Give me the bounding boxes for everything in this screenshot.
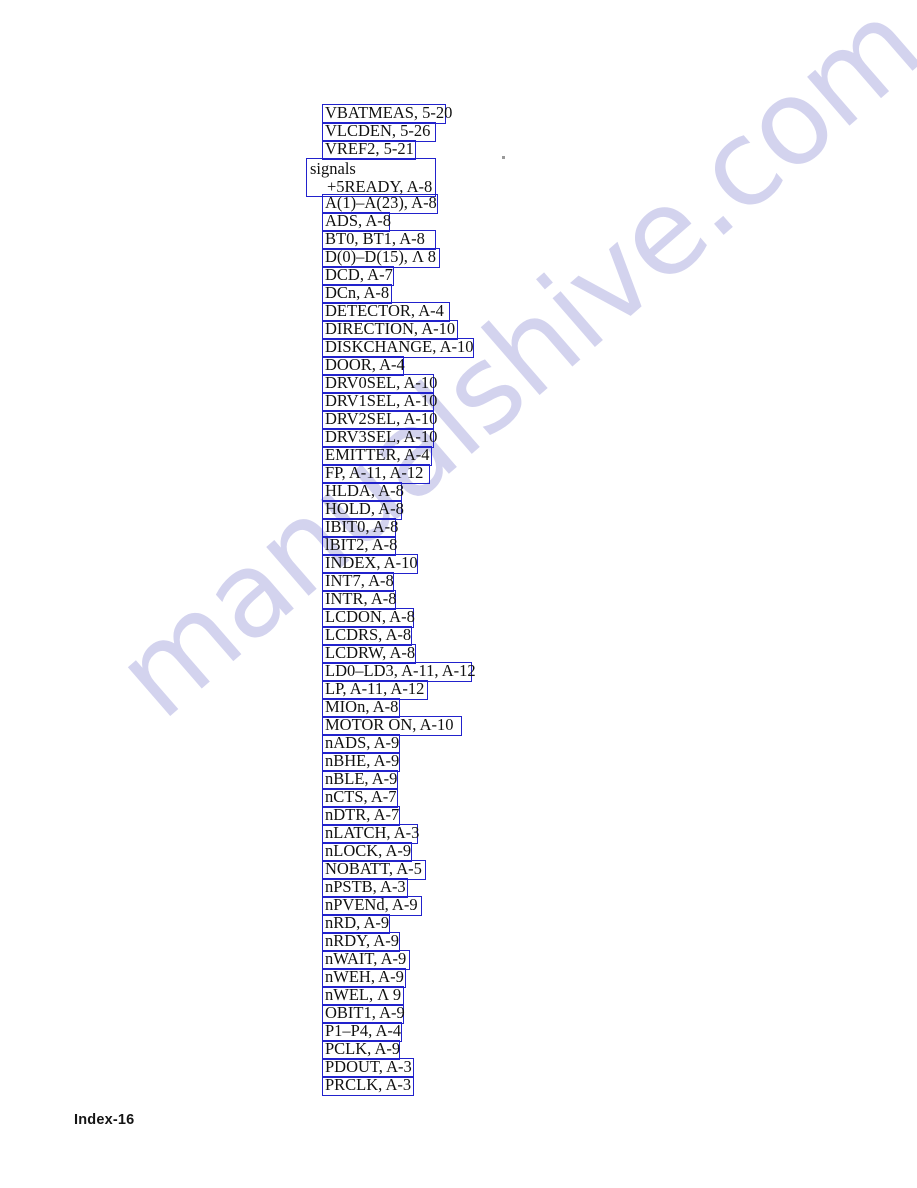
index-entry: nLOCK, A-9 bbox=[322, 842, 412, 862]
index-entry: FP, A-11, A-12 bbox=[322, 464, 430, 484]
index-entry: LCDRS, A-8 bbox=[322, 626, 412, 646]
index-entry-box: PRCLK, A-3 bbox=[322, 1076, 414, 1096]
index-entry: INDEX, A-10 bbox=[322, 554, 418, 574]
index-entry: nPVENd, A-9 bbox=[322, 896, 422, 916]
index-group-heading: signals bbox=[310, 159, 356, 178]
index-entry: EMITTER, A-4 bbox=[322, 446, 432, 466]
index-group-signals: signals +5READY, A-8 bbox=[306, 158, 436, 197]
index-entry: LD0–LD3, A-11, A-12 bbox=[322, 662, 476, 682]
index-entry: BT0, BT1, A-8 bbox=[322, 230, 436, 250]
index-entry: nWAIT, A-9 bbox=[322, 950, 410, 970]
index-entry: DRV2SEL, A-10 bbox=[322, 410, 437, 430]
index-entry: DOOR, A-4 bbox=[322, 356, 405, 376]
index-entry: A(1)–A(23), A-8 bbox=[322, 194, 438, 214]
index-entry-box: VREF2, 5-21 bbox=[322, 140, 416, 160]
index-entry: HOLD, A-8 bbox=[322, 500, 404, 520]
index-entry-leading: VLCDEN, 5-26 bbox=[322, 122, 436, 142]
index-entry: NOBATT, A-5 bbox=[322, 860, 426, 880]
index-entry: MOTOR ON, A-10 bbox=[322, 716, 462, 736]
index-entry-column: VBATMEAS, 5-20 VLCDEN, 5-26 VREF2, 5-21 sig… bbox=[0, 0, 917, 1188]
index-entry: DCn, A-8 bbox=[322, 284, 392, 304]
index-entry: P1–P4, A-4 bbox=[322, 1022, 402, 1042]
index-entry: INTR, A-8 bbox=[322, 590, 397, 610]
index-entry: nWEH, A-9 bbox=[322, 968, 406, 988]
index-entry: PRCLK, A-3 bbox=[322, 1076, 414, 1096]
index-entry: LP, A-11, A-12 bbox=[322, 680, 428, 700]
index-entry: DCD, A-7 bbox=[322, 266, 394, 286]
index-entry: nBLE, A-9 bbox=[322, 770, 398, 790]
page-footer-label: Index-16 bbox=[74, 1112, 135, 1128]
index-entry: nCTS, A-7 bbox=[322, 788, 398, 808]
index-entry: nLATCH, A-3 bbox=[322, 824, 419, 844]
index-entry: PDOUT, A-3 bbox=[322, 1058, 414, 1078]
index-entry: DISKCHANGE, A-10 bbox=[322, 338, 474, 358]
index-entry: nRD, A-9 bbox=[322, 914, 390, 934]
index-entry: nPSTB, A-3 bbox=[322, 878, 408, 898]
index-entry: MIOn, A-8 bbox=[322, 698, 400, 718]
index-entry: ADS, A-8 bbox=[322, 212, 391, 232]
index-entry: D(0)–D(15), Λ 8 bbox=[322, 248, 440, 268]
index-entry: INT7, A-8 bbox=[322, 572, 394, 592]
index-entry: IBIT0, A-8 bbox=[322, 518, 398, 538]
index-entry: DRV1SEL, A-10 bbox=[322, 392, 437, 412]
index-entry: nWEL, Λ 9 bbox=[322, 986, 404, 1006]
index-entry: LCDRW, A-8 bbox=[322, 644, 416, 664]
index-entry: lBIT2, A-8 bbox=[322, 536, 397, 556]
index-entry: DRV3SEL, A-10 bbox=[322, 428, 437, 448]
index-entry: DRV0SEL, A-10 bbox=[322, 374, 437, 394]
index-entry: OBIT1, A-9 bbox=[322, 1004, 405, 1024]
index-entry: nDTR, A-7 bbox=[322, 806, 400, 826]
index-entry-leading: VBATMEAS, 5-20 bbox=[322, 104, 452, 124]
index-entry: nBHE, A-9 bbox=[322, 752, 400, 772]
index-entry-leading: VREF2, 5-21 bbox=[322, 140, 416, 160]
index-entry: nADS, A-9 bbox=[322, 734, 400, 754]
index-entry: LCDON, A-8 bbox=[322, 608, 415, 628]
index-entry: DETECTOR, A-4 bbox=[322, 302, 450, 322]
index-entry: HLDA, A-8 bbox=[322, 482, 404, 502]
index-entry: nRDY, A-9 bbox=[322, 932, 400, 952]
index-entry: DIRECTION, A-10 bbox=[322, 320, 458, 340]
index-entry: PCLK, A-9 bbox=[322, 1040, 400, 1060]
